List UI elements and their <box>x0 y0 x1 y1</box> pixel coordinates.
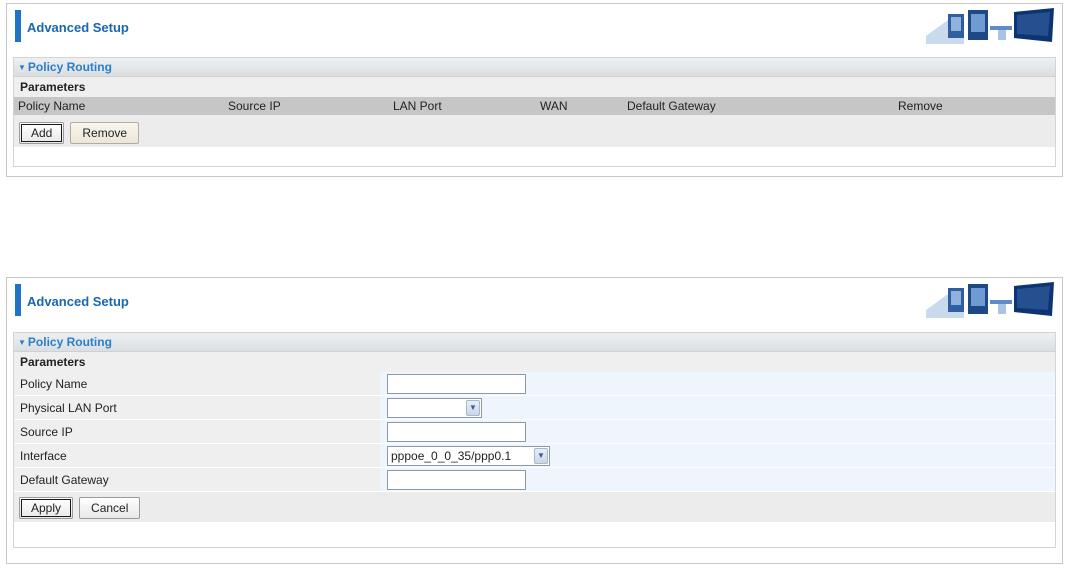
remove-button[interactable]: Remove <box>70 122 140 144</box>
interface-label: Interface <box>14 444 380 468</box>
column-header-wan: WAN <box>540 99 568 113</box>
source-ip-input[interactable] <box>387 422 526 442</box>
header-accent-bar <box>15 284 21 316</box>
form-row-interface: Interface pppoe_0_0_35/ppp0.1 ▼ <box>14 444 1055 468</box>
parameters-label: Parameters <box>14 77 1055 97</box>
chevron-down-icon[interactable]: ▼ <box>534 448 548 464</box>
header-accent-bar <box>15 10 21 42</box>
column-header-lan-port: LAN Port <box>393 99 442 113</box>
table-header: Policy Name Source IP LAN Port WAN Defau… <box>14 97 1055 115</box>
form-row-default-gateway: Default Gateway <box>14 468 1055 492</box>
apply-button[interactable]: Apply <box>19 497 74 519</box>
form-row-lan-port: Physical LAN Port ▼ <box>14 396 1055 420</box>
interface-cell: pppoe_0_0_35/ppp0.1 ▼ <box>380 444 1055 468</box>
column-header-default-gateway: Default Gateway <box>627 99 716 113</box>
page-title: Advanced Setup <box>27 20 129 35</box>
form-row-policy-name: Policy Name <box>14 372 1055 396</box>
button-row: Add Remove <box>14 115 1055 147</box>
button-row: Apply Cancel <box>14 492 1055 522</box>
column-header-remove: Remove <box>898 99 943 113</box>
column-header-source-ip: Source IP <box>228 99 281 113</box>
default-gateway-input[interactable] <box>387 470 526 490</box>
lan-port-cell: ▼ <box>380 396 1055 420</box>
policy-routing-list-panel: Advanced Setup ▼ Policy Routing Parameter… <box>6 3 1063 177</box>
policy-name-label: Policy Name <box>14 372 380 396</box>
section-title[interactable]: ▼ Policy Routing <box>14 333 1055 352</box>
triangle-down-icon: ▼ <box>18 63 26 72</box>
default-gateway-label: Default Gateway <box>14 468 380 492</box>
column-header-policy-name: Policy Name <box>18 99 86 113</box>
physical-lan-port-select[interactable]: ▼ <box>387 398 482 418</box>
panel-header: Advanced Setup <box>7 278 1062 324</box>
policy-routing-section: ▼ Policy Routing Parameters Policy Name S… <box>13 57 1056 167</box>
physical-lan-port-label: Physical LAN Port <box>14 396 380 420</box>
section-title-label: Policy Routing <box>27 60 112 74</box>
policy-name-cell <box>380 372 1055 396</box>
interface-select[interactable]: pppoe_0_0_35/ppp0.1 ▼ <box>387 446 550 466</box>
source-ip-cell <box>380 420 1055 444</box>
interface-selected-value: pppoe_0_0_35/ppp0.1 <box>391 449 512 463</box>
parameters-label: Parameters <box>14 352 1055 372</box>
add-button[interactable]: Add <box>19 122 65 144</box>
policy-name-input[interactable] <box>387 374 526 394</box>
section-title[interactable]: ▼ Policy Routing <box>14 58 1055 77</box>
chevron-down-icon[interactable]: ▼ <box>466 400 480 416</box>
page-title: Advanced Setup <box>27 294 129 309</box>
policy-routing-add-panel: Advanced Setup ▼ Policy Routing Parameter… <box>6 277 1063 564</box>
section-title-label: Policy Routing <box>27 335 112 349</box>
cancel-button[interactable]: Cancel <box>79 497 141 519</box>
computer-network-logo-icon <box>926 282 1054 318</box>
panel-header: Advanced Setup <box>7 4 1062 50</box>
form-row-source-ip: Source IP <box>14 420 1055 444</box>
computer-network-logo-icon <box>926 8 1054 44</box>
triangle-down-icon: ▼ <box>18 338 26 347</box>
default-gateway-cell <box>380 468 1055 492</box>
policy-routing-section: ▼ Policy Routing Parameters Policy Name P… <box>13 332 1056 548</box>
source-ip-label: Source IP <box>14 420 380 444</box>
